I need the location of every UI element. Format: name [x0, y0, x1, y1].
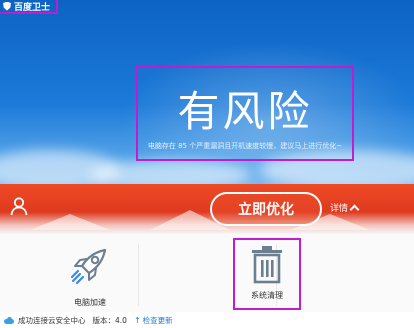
user-icon[interactable]	[9, 196, 29, 216]
risk-description: 电脑存在 85 个严重漏洞且开机速度较慢，建议马上进行优化~	[147, 142, 343, 150]
details-toggle[interactable]: 详情	[330, 201, 360, 214]
app-title: 百度卫士	[0, 0, 58, 14]
tool-speedup[interactable]: 电脑加速	[55, 234, 125, 308]
check-update-label: 检查更新	[142, 315, 173, 325]
optimize-now-label: 立即优化	[238, 202, 294, 218]
arrow-up-icon: ↑	[133, 315, 141, 325]
divider	[138, 244, 139, 306]
rocket-icon	[70, 248, 107, 285]
optimize-now-button[interactable]: 立即优化	[210, 192, 322, 226]
tool-speedup-label: 电脑加速	[74, 298, 106, 307]
risk-status-panel: 有风险 电脑存在 85 个严重漏洞且开机速度较慢，建议马上进行优化~	[136, 66, 354, 161]
trash-icon	[252, 246, 282, 284]
risk-headline: 有风险	[177, 87, 313, 136]
app-title-label: 百度卫士	[14, 2, 51, 13]
tool-system-clean[interactable]: 系统清理	[233, 234, 301, 301]
tool-clean-label: 系统清理	[251, 291, 283, 300]
shield-icon	[3, 1, 11, 11]
check-update-link[interactable]: ↑ 检查更新	[134, 315, 173, 326]
version-label: 版本：4.0	[92, 315, 127, 325]
chevron-up-icon	[349, 204, 360, 214]
connection-status: 成功连接云安全中心	[18, 315, 86, 325]
details-label: 详情	[330, 204, 349, 214]
status-bar: 成功连接云安全中心 版本：4.0 ↑ 检查更新	[0, 312, 414, 328]
cloud-icon	[4, 316, 14, 324]
